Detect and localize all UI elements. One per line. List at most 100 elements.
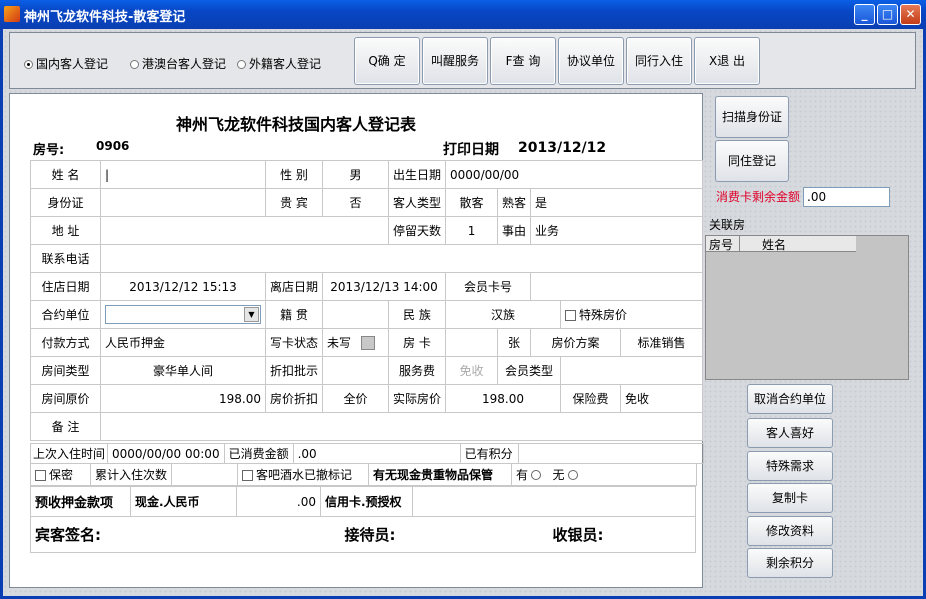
yes-radio[interactable] [531,470,542,480]
deposit-amount[interactable]: .00 [236,486,321,517]
balance-input[interactable]: .00 [803,187,890,207]
name-label: 姓 名 [30,160,101,189]
no-radio[interactable] [567,470,578,480]
gender-label: 性 别 [264,160,324,189]
remark-input[interactable] [99,412,704,441]
linked-rooms-grid[interactable]: 房号 姓名 [705,235,909,380]
native-input[interactable] [322,300,390,329]
radio-label: 国内客人登记 [36,57,109,71]
checkout-value[interactable]: 2013/12/13 14:00 [322,272,447,301]
discount-approve-input[interactable] [322,356,390,385]
peer-checkin-button[interactable]: 同行入住 [626,37,692,85]
card-unit: 张 [497,328,532,357]
col-room[interactable]: 房号 [706,236,740,252]
window-title: 神州飞龙软件科技-散客登记 [24,10,186,25]
deposit-type[interactable]: 现金.人民币 [130,486,237,517]
maximize-button[interactable]: □ [877,4,898,25]
deposit-table: 预收押金款项 现金.人民币 .00 信用卡.预授权 宾客签名: 接待员: 收银员… [30,486,696,553]
col-name[interactable]: 姓名 [740,238,786,252]
agreement-unit-button[interactable]: 协议单位 [558,37,624,85]
credit-input[interactable] [412,486,696,517]
guest-info-table: 姓 名 | 性 别 男 出生日期 0000/00/00 身份证 贵 宾 否 客人… [30,160,704,441]
card-status-value: 未写 [327,336,352,350]
price-plan-value[interactable]: 标准销售 [620,328,704,357]
remark-label: 备 注 [30,412,101,441]
radio-label: 港澳台客人登记 [142,57,227,71]
contract-cell: ▼ [100,300,266,329]
minibar-checkbox[interactable] [242,470,254,481]
birth-value[interactable]: 0000/00/00 [445,160,704,189]
title-bar: 神州飞龙软件科技-散客登记 _ □ ✕ [0,0,926,29]
special-price-label: 特殊房价 [579,308,628,322]
orig-price-label: 房间原价 [30,384,101,413]
minibar-cell[interactable]: 客吧酒水已撤标记 [237,463,370,486]
insurance-value[interactable]: 免收 [620,384,704,413]
price-plan-label: 房价方案 [530,328,622,357]
stay-days-value[interactable]: 1 [445,216,499,245]
confirm-button[interactable]: Q确 定 [354,37,420,85]
remaining-points-button[interactable]: 剩余积分 [747,548,833,578]
room-label: 房号: [33,143,65,158]
address-input[interactable] [99,216,390,245]
cancel-contract-button[interactable]: 取消合约单位 [747,384,833,414]
radio-hk-macau-taiwan[interactable]: 港澳台客人登记 [130,55,226,72]
checkin-value[interactable]: 2013/12/12 15:13 [100,272,266,301]
exit-button[interactable]: X退 出 [694,37,760,85]
regular-value[interactable]: 是 [530,188,704,217]
stay-days-label: 停留天数 [388,216,447,245]
payment-value[interactable]: 人民币押金 [100,328,266,357]
card-status-cell: 未写 [322,328,390,357]
discount-value[interactable]: 全价 [322,384,390,413]
co-register-button[interactable]: 同住登记 [715,140,789,182]
chevron-down-icon[interactable]: ▼ [244,307,259,322]
credit-label: 信用卡.预授权 [320,486,413,517]
copy-card-button[interactable]: 复制卡 [747,483,833,513]
count-value [171,463,239,486]
actual-price-value[interactable]: 198.00 [445,384,562,413]
member-type-input[interactable] [560,356,704,385]
member-type-label: 会员类型 [497,356,562,385]
card-status-label: 写卡状态 [264,328,324,357]
radio-label: 外籍客人登记 [249,57,322,71]
guest-type-value[interactable]: 散客 [445,188,499,217]
reason-label: 事由 [497,216,532,245]
regular-label: 熟客 [497,188,532,217]
secret-cell[interactable]: 保密 [30,463,91,486]
radio-icon [130,60,139,69]
secret-label: 保密 [49,468,74,482]
service-fee-value[interactable]: 免收 [445,356,499,385]
spent-label: 已消费金额 [223,443,294,464]
vip-label: 贵 宾 [264,188,324,217]
special-price-checkbox[interactable] [565,310,577,321]
preference-button[interactable]: 客人喜好 [747,418,833,448]
card-status-toggle[interactable] [361,336,376,350]
payment-label: 付款方式 [30,328,101,357]
reason-value[interactable]: 业务 [530,216,704,245]
birth-label: 出生日期 [388,160,447,189]
phone-input[interactable] [99,244,704,273]
member-card-input[interactable] [530,272,704,301]
vip-value[interactable]: 否 [322,188,390,217]
ethnic-value[interactable]: 汉族 [445,300,562,329]
radio-foreign[interactable]: 外籍客人登记 [237,55,321,72]
top-toolbar: 国内客人登记 港澳台客人登记 外籍客人登记 Q确 定 叫醒服务 F查 询 协议单… [9,32,916,89]
special-need-button[interactable]: 特殊需求 [747,451,833,481]
radio-domestic[interactable]: 国内客人登记 [24,55,108,72]
name-input[interactable]: | [100,160,266,189]
wake-service-button[interactable]: 叫醒服务 [422,37,488,85]
close-button[interactable]: ✕ [900,4,921,25]
special-price-cell[interactable]: 特殊房价 [560,300,704,329]
gender-value[interactable]: 男 [322,160,390,189]
modify-info-button[interactable]: 修改资料 [747,516,833,546]
room-type-value[interactable]: 豪华单人间 [100,356,266,385]
query-button[interactable]: F查 询 [490,37,556,85]
print-date-label: 打印日期 [443,142,499,158]
last-stay-label: 上次入住时间 [29,443,109,464]
secret-checkbox[interactable] [35,470,46,481]
id-input[interactable] [100,188,266,217]
minimize-button[interactable]: _ [854,4,875,25]
scan-id-button[interactable]: 扫描身份证 [715,96,789,138]
contract-select[interactable]: ▼ [105,305,261,324]
room-card-input[interactable] [445,328,499,357]
orig-price-value[interactable]: 198.00 [100,384,266,413]
